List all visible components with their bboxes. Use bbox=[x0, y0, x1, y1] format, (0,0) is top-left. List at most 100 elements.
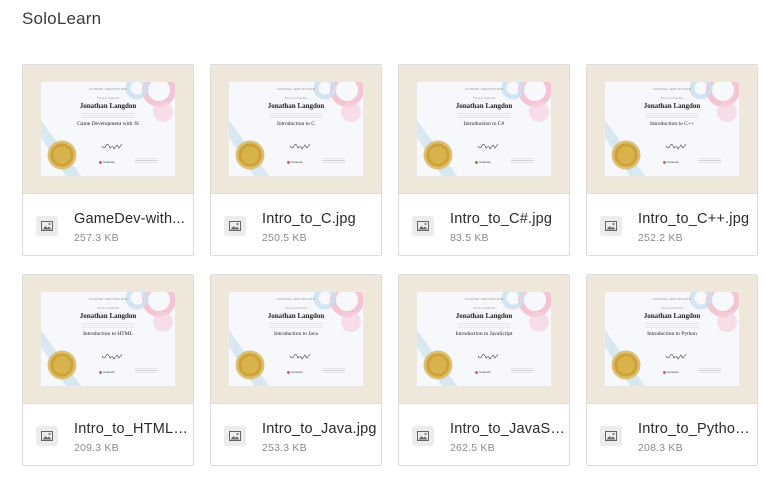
certificate-course: Introduction to C# bbox=[463, 121, 505, 127]
image-file-icon bbox=[36, 426, 58, 446]
file-meta: GameDev-with... 257.3 KB bbox=[23, 194, 193, 255]
certificate-header: COURSE CERTIFICATE bbox=[88, 297, 128, 301]
image-file-icon bbox=[600, 426, 622, 446]
file-name[interactable]: Intro_to_HTML.... bbox=[74, 421, 190, 437]
file-size: 253.3 KB bbox=[262, 442, 307, 454]
gold-seal-icon bbox=[613, 142, 639, 168]
certificate-header: COURSE CERTIFICATE bbox=[464, 87, 504, 91]
certificate-body-text bbox=[645, 323, 699, 329]
gold-seal-icon bbox=[425, 142, 451, 168]
certificate-awarded-to: This is to certify that bbox=[96, 307, 120, 310]
certificate-course: Introduction to Python bbox=[647, 331, 697, 337]
file-thumbnail: COURSE CERTIFICATE This is to certify th… bbox=[587, 275, 757, 404]
gold-seal-icon bbox=[425, 352, 451, 378]
certificate-brand: sololearn bbox=[663, 160, 683, 164]
gold-seal-icon bbox=[237, 352, 263, 378]
certificate-preview: COURSE CERTIFICATE This is to certify th… bbox=[417, 82, 551, 176]
certificate-course: Introduction to HTML bbox=[83, 331, 133, 337]
file-size: 257.3 KB bbox=[74, 232, 119, 244]
certificate-body-text bbox=[81, 323, 135, 329]
file-meta: Intro_to_C.jpg 250.5 KB bbox=[211, 194, 381, 255]
certificate-footer bbox=[323, 158, 345, 164]
certificate-brand: sololearn bbox=[287, 370, 307, 374]
certificate-body-text bbox=[269, 113, 323, 119]
certificate-footer bbox=[699, 158, 721, 164]
certificate-brand: sololearn bbox=[99, 160, 119, 164]
certificate-awarded-to: This is to certify that bbox=[660, 307, 684, 310]
file-meta: Intro_to_JavaSc... 262.5 KB bbox=[399, 404, 569, 465]
certificate-course: Introduction to Java bbox=[274, 331, 318, 337]
certificate-recipient: Jonathan Langdon bbox=[267, 102, 325, 110]
file-name[interactable]: Intro_to_C#.jpg bbox=[450, 211, 566, 227]
certificate-footer bbox=[511, 368, 533, 374]
certificate-recipient: Jonathan Langdon bbox=[455, 102, 513, 110]
certificate-preview: COURSE CERTIFICATE This is to certify th… bbox=[229, 82, 363, 176]
file-thumbnail: COURSE CERTIFICATE This is to certify th… bbox=[211, 275, 381, 404]
file-size: 262.5 KB bbox=[450, 442, 495, 454]
image-file-icon bbox=[224, 426, 246, 446]
file-card[interactable]: COURSE CERTIFICATE This is to certify th… bbox=[586, 274, 758, 466]
certificate-preview: COURSE CERTIFICATE This is to certify th… bbox=[605, 292, 739, 386]
certificate-header: COURSE CERTIFICATE bbox=[276, 87, 316, 91]
certificate-preview: COURSE CERTIFICATE This is to certify th… bbox=[41, 82, 175, 176]
certificate-awarded-to: This is to certify that bbox=[472, 307, 496, 310]
file-meta: Intro_to_Java.jpg 253.3 KB bbox=[211, 404, 381, 465]
image-file-icon bbox=[600, 216, 622, 236]
file-meta: Intro_to_C#.jpg 83.5 KB bbox=[399, 194, 569, 255]
gold-seal-icon bbox=[49, 142, 75, 168]
file-name[interactable]: Intro_to_C.jpg bbox=[262, 211, 378, 227]
certificate-recipient: Jonathan Langdon bbox=[643, 102, 701, 110]
file-name[interactable]: Intro_to_JavaSc... bbox=[450, 421, 566, 437]
file-thumbnail: COURSE CERTIFICATE This is to certify th… bbox=[399, 65, 569, 194]
signature-icon bbox=[477, 143, 499, 150]
file-thumbnail: COURSE CERTIFICATE This is to certify th… bbox=[587, 65, 757, 194]
certificate-recipient: Jonathan Langdon bbox=[455, 312, 513, 320]
signature-icon bbox=[289, 353, 311, 360]
certificate-awarded-to: This is to certify that bbox=[660, 97, 684, 100]
file-thumbnail: COURSE CERTIFICATE This is to certify th… bbox=[23, 65, 193, 194]
file-card[interactable]: COURSE CERTIFICATE This is to certify th… bbox=[398, 274, 570, 466]
file-card[interactable]: COURSE CERTIFICATE This is to certify th… bbox=[586, 64, 758, 256]
file-name[interactable]: Intro_to_C++.jpg bbox=[638, 211, 754, 227]
signature-icon bbox=[101, 353, 123, 360]
certificate-awarded-to: This is to certify that bbox=[96, 97, 120, 100]
file-size: 209.3 KB bbox=[74, 442, 119, 454]
file-card[interactable]: COURSE CERTIFICATE This is to certify th… bbox=[210, 274, 382, 466]
file-card[interactable]: COURSE CERTIFICATE This is to certify th… bbox=[22, 64, 194, 256]
certificate-awarded-to: This is to certify that bbox=[472, 97, 496, 100]
file-size: 208.3 KB bbox=[638, 442, 683, 454]
file-thumbnail: COURSE CERTIFICATE This is to certify th… bbox=[23, 275, 193, 404]
file-thumbnail: COURSE CERTIFICATE This is to certify th… bbox=[211, 65, 381, 194]
certificate-body-text bbox=[457, 323, 511, 329]
gold-seal-icon bbox=[613, 352, 639, 378]
file-card[interactable]: COURSE CERTIFICATE This is to certify th… bbox=[22, 274, 194, 466]
file-card[interactable]: COURSE CERTIFICATE This is to certify th… bbox=[210, 64, 382, 256]
certificate-recipient: Jonathan Langdon bbox=[79, 312, 137, 320]
image-file-icon bbox=[412, 426, 434, 446]
certificate-header: COURSE CERTIFICATE bbox=[88, 87, 128, 91]
image-file-icon bbox=[224, 216, 246, 236]
signature-icon bbox=[289, 143, 311, 150]
file-meta: Intro_to_HTML.... 209.3 KB bbox=[23, 404, 193, 465]
certificate-body-text bbox=[645, 113, 699, 119]
certificate-course: Introduction to C++ bbox=[649, 121, 695, 127]
certificate-brand: sololearn bbox=[475, 370, 495, 374]
certificate-footer bbox=[511, 158, 533, 164]
certificate-awarded-to: This is to certify that bbox=[284, 307, 308, 310]
certificate-course: Introduction to C bbox=[277, 121, 315, 127]
signature-icon bbox=[101, 143, 123, 150]
certificate-recipient: Jonathan Langdon bbox=[643, 312, 701, 320]
file-name[interactable]: Intro_to_Java.jpg bbox=[262, 421, 378, 437]
file-card[interactable]: COURSE CERTIFICATE This is to certify th… bbox=[398, 64, 570, 256]
file-size: 252.2 KB bbox=[638, 232, 683, 244]
certificate-header: COURSE CERTIFICATE bbox=[464, 297, 504, 301]
file-size: 83.5 KB bbox=[450, 232, 489, 244]
certificate-awarded-to: This is to certify that bbox=[284, 97, 308, 100]
file-name[interactable]: Intro_to_Python... bbox=[638, 421, 754, 437]
signature-icon bbox=[665, 353, 687, 360]
certificate-header: COURSE CERTIFICATE bbox=[276, 297, 316, 301]
certificate-header: COURSE CERTIFICATE bbox=[652, 87, 692, 91]
folder-title: SoloLearn bbox=[22, 9, 102, 28]
certificate-course: Game Development with JS bbox=[77, 121, 139, 127]
file-name[interactable]: GameDev-with... bbox=[74, 211, 190, 227]
